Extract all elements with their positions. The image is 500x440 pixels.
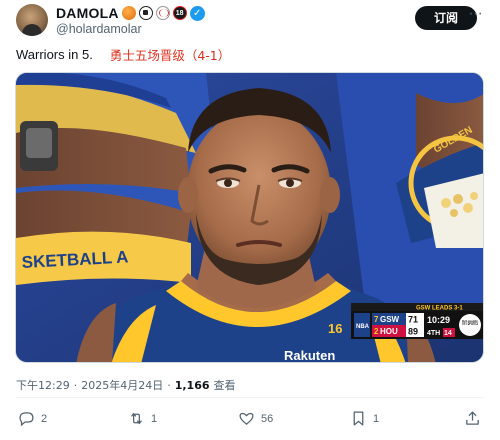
bookmark-icon — [353, 411, 364, 426]
more-options-icon[interactable]: ⋯ — [468, 6, 484, 24]
tweet-text-chinese: 勇士五场晋级（4-1） — [109, 48, 231, 63]
network-logo: TNT SPORTS — [462, 321, 478, 327]
repost-icon — [131, 412, 142, 425]
views-count: 1,166 — [174, 379, 210, 392]
soccer-ball-emoji-icon — [138, 6, 153, 20]
repost-count: 1 — [151, 412, 158, 425]
league-logo: NBA — [356, 324, 370, 330]
series-status: GSW LEADS 3-1 — [416, 306, 463, 312]
share-button[interactable] — [464, 410, 481, 427]
author-name-row[interactable]: DAMOLA 18 ✓ — [56, 5, 205, 21]
tweet-header: DAMOLA 18 ✓ @holardamolar 订阅 ⋯ — [16, 4, 484, 38]
tweet-meta: 下午12:29 · 2025年4月24日 · 1,166 查看 — [16, 377, 236, 393]
meta-separator-2: · — [167, 379, 171, 392]
bookmark-button[interactable]: 1 — [350, 410, 379, 427]
reply-button[interactable]: 2 — [18, 410, 47, 427]
home-score: 89 — [408, 327, 418, 337]
author-handle[interactable]: @holardamolar — [56, 22, 142, 36]
shot-clock: 14 — [444, 330, 452, 337]
game-period: 4TH — [427, 330, 440, 337]
tweet-media-image[interactable]: SKETBALL A GOLDEN 16 Rakuten GSW LEADS 3… — [15, 72, 484, 363]
tweet-text: Warriors in 5. 勇士五场晋级（4-1） — [16, 45, 230, 64]
meta-separator: · — [73, 379, 78, 392]
reply-count: 2 — [41, 412, 48, 425]
basketball-emoji-icon — [121, 6, 136, 20]
tweet-time[interactable]: 下午12:29 — [16, 377, 70, 393]
heart-icon — [239, 412, 254, 425]
verified-badge-icon[interactable]: ✓ — [189, 5, 205, 21]
bookmark-count: 1 — [373, 412, 380, 425]
repost-button[interactable]: 1 — [128, 410, 157, 427]
tweet-actions: 2 1 56 1 — [16, 410, 484, 432]
no-under-18-emoji-icon: 18 — [172, 6, 187, 20]
game-clock: 10:29 — [427, 315, 450, 325]
away-team: GSW — [380, 315, 400, 324]
views-label: 查看 — [213, 379, 236, 392]
divider — [16, 397, 484, 398]
away-seed: 7 — [374, 315, 379, 324]
jersey-sponsor: Rakuten — [284, 348, 335, 363]
share-icon — [466, 411, 479, 425]
tweet-text-english: Warriors in 5. — [16, 47, 93, 62]
jersey-number: 16 — [328, 321, 342, 336]
like-count: 56 — [261, 412, 274, 425]
scoreboard-overlay: GSW LEADS 3-1 NBA 7 GSW 2 HOU 71 89 10:2… — [351, 303, 483, 339]
profile-avatar[interactable] — [16, 4, 48, 36]
tweet-date[interactable]: 2025年4月24日 — [81, 377, 163, 393]
like-button[interactable]: 56 — [238, 410, 273, 427]
home-team: HOU — [380, 327, 398, 336]
photo-of-basketball-player: SKETBALL A GOLDEN 16 Rakuten GSW LEADS 3… — [16, 73, 483, 363]
away-score: 71 — [408, 315, 418, 325]
author-display-name[interactable]: DAMOLA — [56, 5, 119, 21]
reply-icon — [19, 412, 34, 427]
baseball-emoji-icon — [155, 6, 170, 20]
home-seed: 2 — [374, 327, 379, 336]
